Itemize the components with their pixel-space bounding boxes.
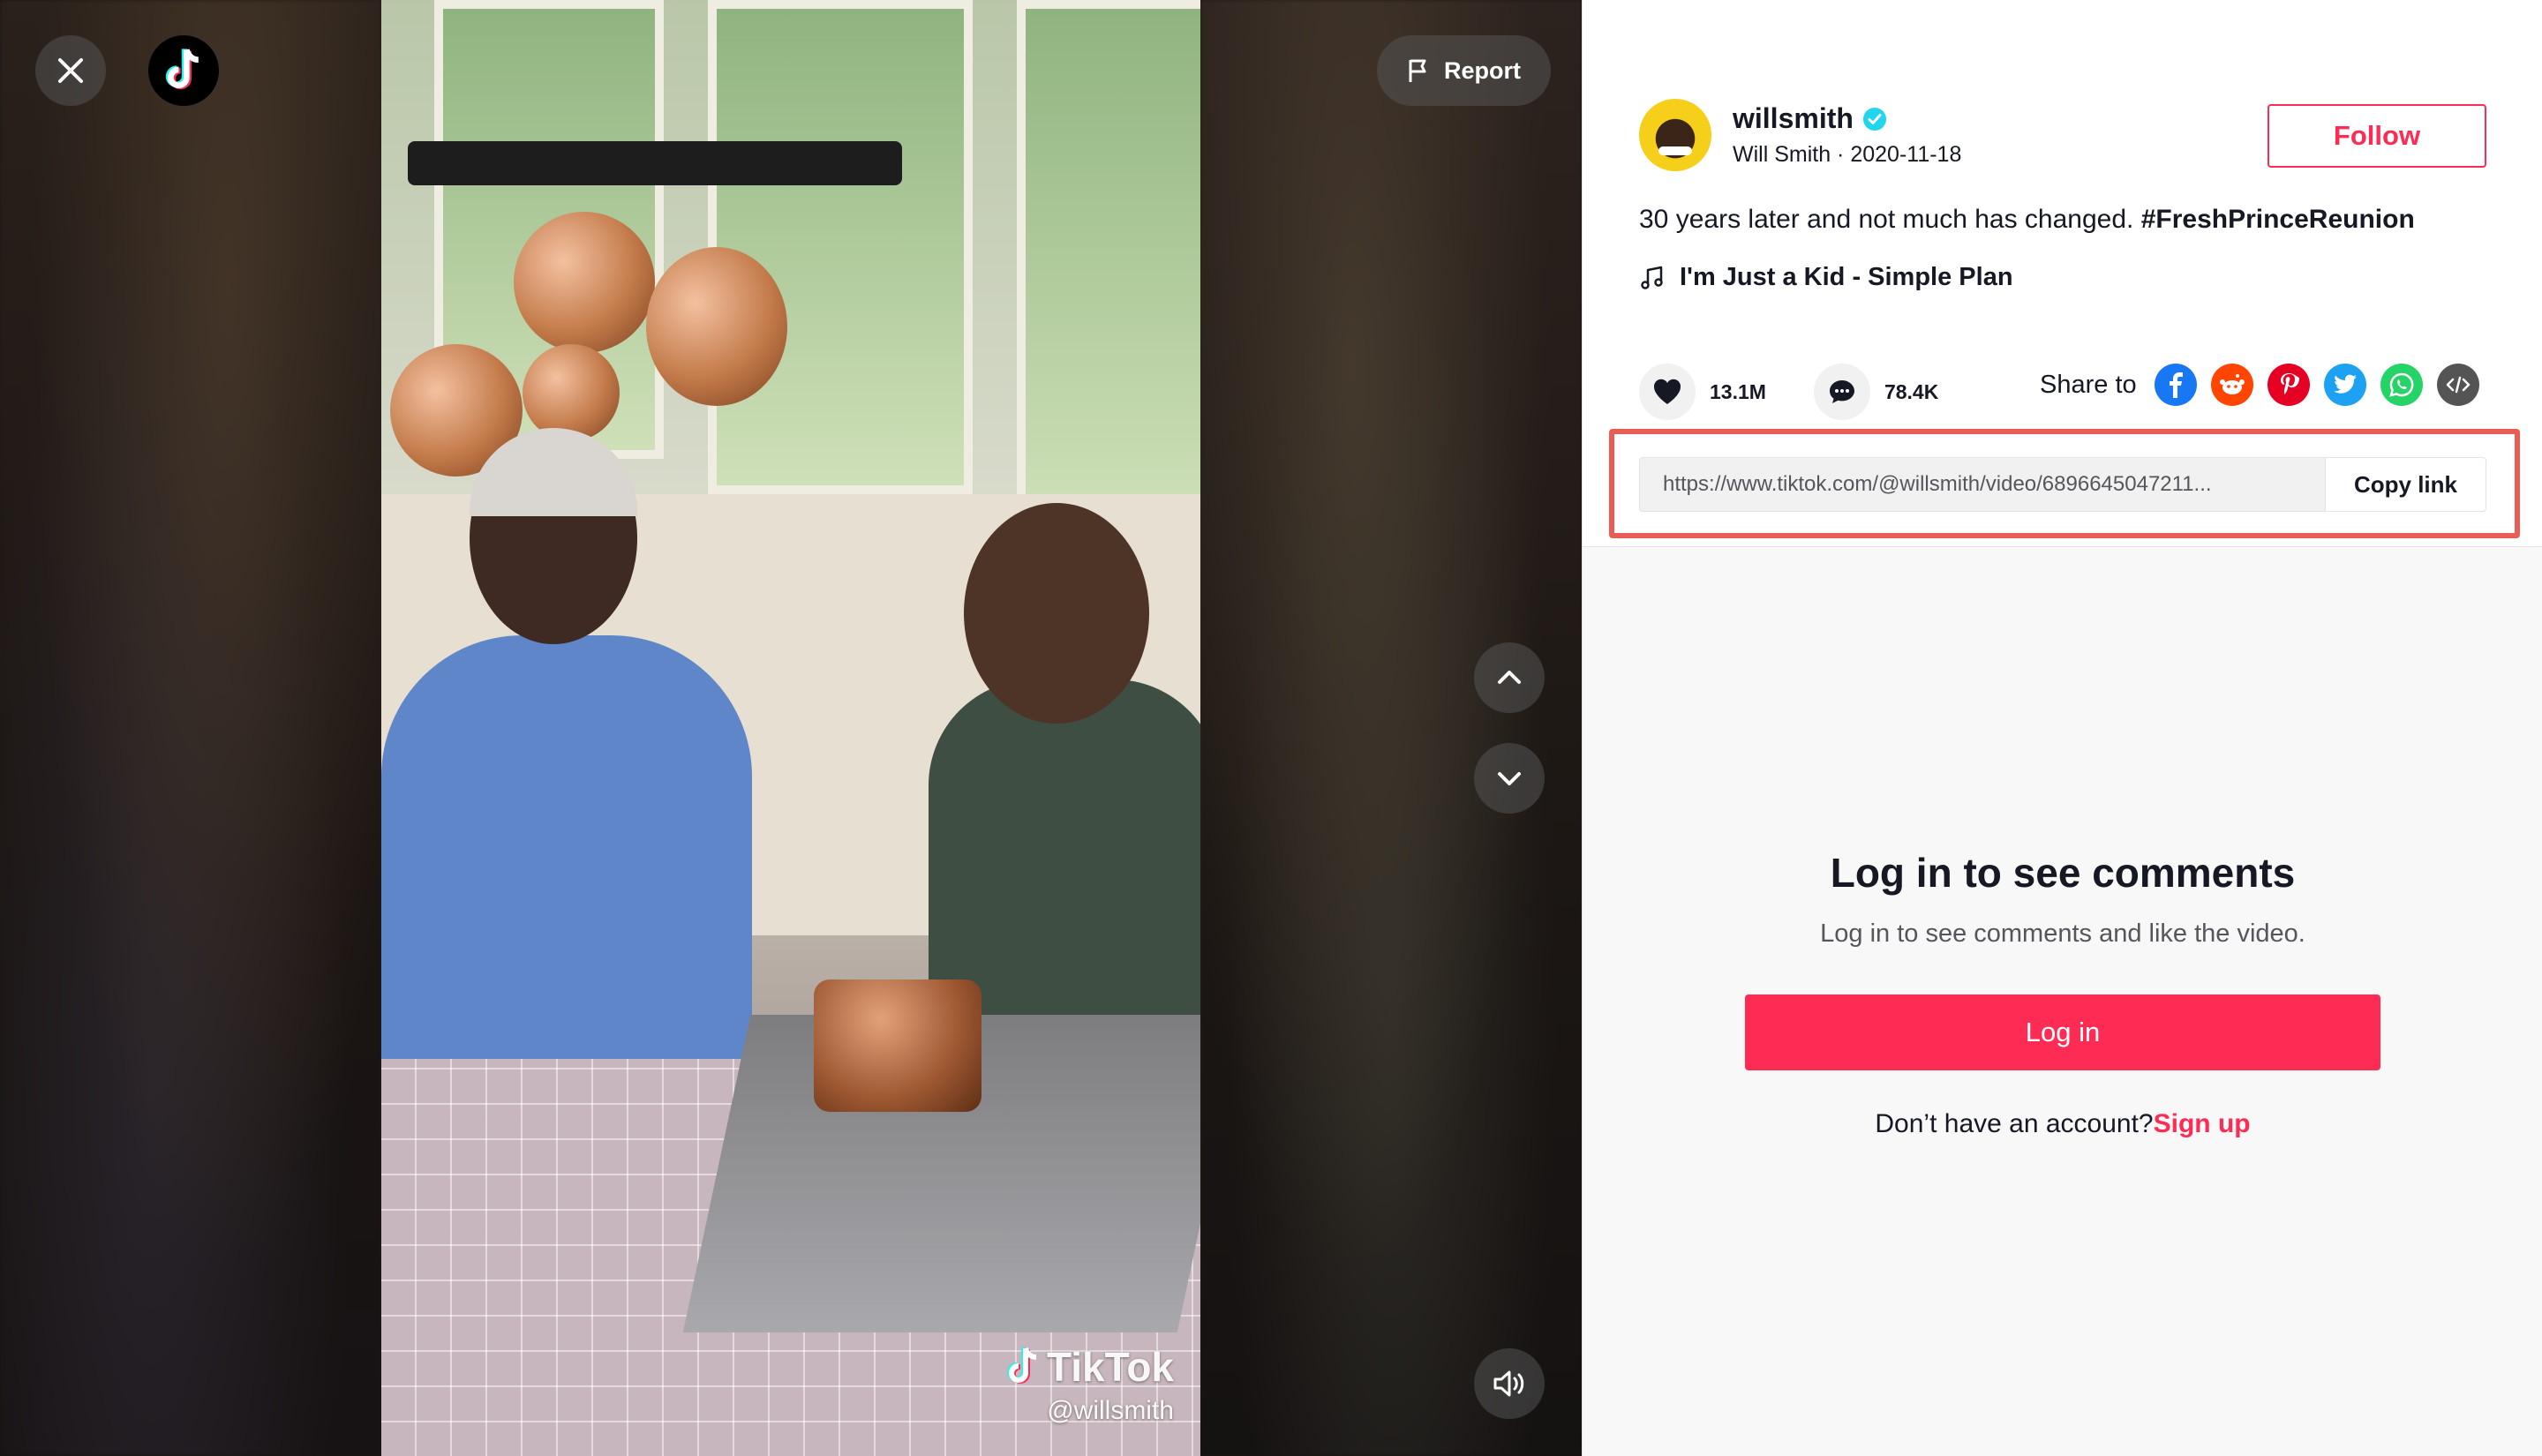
chevron-up-icon (1498, 671, 1521, 684)
heart-icon (1653, 379, 1681, 404)
video-player[interactable]: TikTok @willsmith (381, 0, 1200, 1456)
share-facebook-button[interactable] (2154, 364, 2197, 406)
pinterest-icon (2280, 373, 2299, 394)
like-button[interactable] (1639, 364, 1696, 420)
flag-icon (1409, 59, 1426, 82)
share-reddit-button[interactable] (2210, 364, 2253, 406)
scene-window (708, 0, 973, 494)
report-label: Report (1444, 56, 1521, 84)
video-stage: TikTok @willsmith Report (0, 0, 1582, 1456)
music-title: I'm Just a Kid - Simple Plan (1680, 263, 2013, 291)
comment-button[interactable] (1813, 364, 1870, 420)
whatsapp-icon (2388, 372, 2414, 397)
volume-button[interactable] (1474, 1348, 1545, 1419)
report-button[interactable]: Report (1377, 35, 1551, 106)
scene-pot (523, 344, 620, 441)
follow-button[interactable]: Follow (2267, 104, 2486, 168)
reddit-icon (2219, 374, 2245, 394)
username-line: willsmith (1733, 102, 1961, 135)
video-info-section: willsmith Will Smith · 2020-11-18 Follow… (1583, 0, 2542, 547)
display-name: Will Smith (1733, 142, 1831, 167)
twitter-icon (2333, 374, 2357, 394)
close-icon (58, 58, 83, 83)
caption-hashtag[interactable]: #FreshPrinceReunion (2141, 205, 2415, 234)
author-subline: Will Smith · 2020-11-18 (1733, 142, 1961, 168)
chevron-down-icon (1498, 772, 1521, 785)
share-twitter-button[interactable] (2323, 364, 2366, 406)
caption-text: 30 years later and not much has changed. (1639, 205, 2141, 234)
post-date: 2020-11-18 (1850, 142, 1962, 167)
share-pinterest-button[interactable] (2267, 364, 2310, 406)
close-button[interactable] (35, 35, 106, 106)
share-bar: Share to (2040, 364, 2479, 406)
subline-separator: · (1831, 142, 1851, 167)
share-embed-button[interactable] (2436, 364, 2479, 406)
scene-person-left (381, 635, 752, 1130)
details-panel: willsmith Will Smith · 2020-11-18 Follow… (1582, 0, 2542, 1456)
like-count: 13.1M (1710, 379, 1766, 403)
author-info: willsmith Will Smith · 2020-11-18 (1639, 99, 1961, 171)
verified-badge-icon (1862, 107, 1886, 131)
share-label: Share to (2040, 370, 2137, 399)
tiktok-logo-icon (165, 49, 199, 90)
next-video-button[interactable] (1474, 743, 1545, 814)
engagement-stats: 13.1M 78.4K (1639, 364, 1986, 420)
watermark-brand-text: TikTok (1047, 1344, 1174, 1390)
share-link-url[interactable]: https://www.tiktok.com/@willsmith/video/… (1640, 458, 2325, 511)
embed-icon (2446, 376, 2470, 394)
facebook-icon (2169, 372, 2183, 398)
blurred-background-right (1200, 0, 1582, 1456)
scene-window (1017, 0, 1200, 529)
video-caption: 30 years later and not much has changed.… (1639, 205, 2415, 235)
copy-link-button[interactable]: Copy link (2325, 458, 2486, 511)
previous-video-button[interactable] (1474, 642, 1545, 713)
music-note-icon (1641, 266, 1663, 289)
like-stat[interactable]: 13.1M (1639, 364, 1766, 420)
watermark-handle: @willsmith (1047, 1396, 1174, 1425)
watermark-brand: TikTok (1004, 1343, 1174, 1391)
author-text: willsmith Will Smith · 2020-11-18 (1733, 102, 1961, 168)
scene-pot-rack (408, 141, 902, 185)
no-account-text: Don’t have an account? (1875, 1109, 2154, 1138)
comment-icon (1829, 380, 1854, 403)
username[interactable]: willsmith (1733, 102, 1854, 135)
avatar[interactable] (1639, 99, 1711, 171)
volume-icon (1493, 1370, 1524, 1397)
tiktok-logo-button[interactable] (148, 35, 219, 106)
comment-count: 78.4K (1884, 379, 1939, 403)
signup-link[interactable]: Sign up (2154, 1109, 2251, 1138)
scene-head-right (964, 503, 1149, 724)
comment-stat[interactable]: 78.4K (1813, 364, 1939, 420)
login-title: Log in to see comments (1830, 850, 2296, 896)
signup-prompt: Don’t have an account?Sign up (1583, 1109, 2542, 1139)
comments-login-prompt: Log in to see comments Log in to see com… (1583, 849, 2542, 1139)
scene-saucepan (814, 979, 981, 1112)
login-subtitle: Log in to see comments and like the vide… (1820, 919, 2305, 948)
music-info[interactable]: I'm Just a Kid - Simple Plan (1639, 263, 2013, 292)
scene-pot (514, 212, 655, 353)
share-whatsapp-button[interactable] (2380, 364, 2423, 406)
video-watermark: TikTok @willsmith (1004, 1343, 1174, 1426)
share-link-box: https://www.tiktok.com/@willsmith/video/… (1639, 457, 2486, 512)
tiktok-note-icon (1007, 1347, 1037, 1384)
scene-pot (646, 247, 787, 406)
login-button[interactable]: Log in (1745, 994, 2380, 1070)
blurred-background-left (0, 0, 381, 1456)
